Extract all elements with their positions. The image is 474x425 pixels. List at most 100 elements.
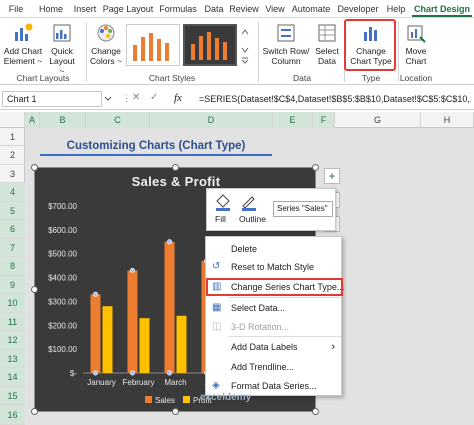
row-header[interactable]: 2	[0, 146, 25, 165]
menu-item-label: Change Series Chart Type...	[231, 282, 345, 292]
resize-handle[interactable]	[312, 164, 319, 171]
row-header[interactable]: 10	[0, 294, 25, 313]
row-headers: 1 2 3 4 5 6 7 8 9 10 11 12 13 14 15 16	[0, 128, 25, 425]
select-data-label: Select Data	[315, 46, 339, 66]
select-data-icon	[318, 24, 336, 42]
chart-style-thumbnail-2[interactable]	[183, 24, 237, 66]
column-header[interactable]: G	[335, 112, 421, 128]
tab-developer[interactable]: Developer	[335, 2, 381, 17]
bar-sales[interactable]	[90, 294, 101, 373]
chart-title[interactable]: Sales & Profit	[35, 174, 317, 189]
row-header[interactable]: 11	[0, 313, 25, 331]
row-header[interactable]: 9	[0, 276, 25, 294]
delete-icon	[212, 243, 224, 255]
tab-automate[interactable]: Automate	[289, 2, 333, 17]
selection-handle	[92, 370, 98, 376]
row-header[interactable]: 3	[0, 165, 25, 183]
menu-item-delete[interactable]: Delete	[206, 240, 343, 258]
menu-item-reset-to-match-style[interactable]: ↺ Reset to Match Style	[206, 258, 343, 276]
row-header[interactable]: 16	[0, 405, 25, 425]
selection-handle	[92, 291, 98, 297]
ribbon-tab-bar: File Home Insert Page Layout Formulas Da…	[0, 0, 474, 18]
series-select[interactable]: Series "Sales"	[273, 201, 333, 217]
cancel-icon[interactable]: ✕	[132, 92, 140, 103]
tab-insert[interactable]: Insert	[69, 2, 101, 17]
chart-style-thumbnail-1[interactable]	[126, 24, 180, 66]
row-header[interactable]: 7	[0, 239, 25, 257]
tab-view[interactable]: View	[262, 2, 288, 17]
bar-profit	[102, 306, 113, 373]
resize-handle[interactable]	[172, 164, 179, 171]
column-header[interactable]: B	[40, 112, 86, 128]
resize-handle[interactable]	[31, 286, 38, 293]
y-tick-label: $300.00	[48, 297, 77, 306]
row-header[interactable]: 1	[0, 128, 25, 146]
enter-icon[interactable]: ✓	[150, 92, 158, 103]
menu-item-add-data-labels[interactable]: Add Data Labels ›	[206, 338, 343, 356]
move-chart-button[interactable]: Move Chart	[402, 22, 430, 66]
switch-row-column-label: Switch Row/ Column	[262, 46, 310, 66]
resize-handle[interactable]	[31, 164, 38, 171]
chart-style-preview-icon	[133, 33, 169, 61]
resize-handle[interactable]	[172, 408, 179, 415]
quick-layout-button[interactable]: Quick Layout ~	[46, 22, 78, 76]
tab-review[interactable]: Review	[228, 2, 260, 17]
x-tick-label: March	[164, 378, 186, 387]
name-box[interactable]: Chart 1	[2, 91, 102, 107]
bar-sales[interactable]	[127, 270, 138, 373]
column-header[interactable]: F	[313, 112, 335, 128]
column-header[interactable]: C	[86, 112, 150, 128]
menu-item-change-series-chart-type[interactable]: ▥ Change Series Chart Type...	[206, 278, 345, 296]
tab-file[interactable]: File	[2, 2, 30, 17]
tab-help[interactable]: Help	[384, 2, 408, 17]
fill-button[interactable]: Fill	[213, 193, 235, 229]
outline-button[interactable]: Outline	[239, 193, 271, 229]
row-header[interactable]: 15	[0, 387, 25, 405]
row-header[interactable]: 4	[0, 183, 25, 202]
row-header[interactable]: 6	[0, 220, 25, 239]
chevron-down-icon[interactable]	[104, 96, 112, 102]
tab-data[interactable]: Data	[201, 2, 227, 17]
resize-handle[interactable]	[312, 408, 319, 415]
group-label-chart-styles: Chart Styles	[148, 73, 196, 83]
select-data-button[interactable]: Select Data	[312, 22, 342, 66]
tab-formulas[interactable]: Formulas	[157, 2, 199, 17]
bar-profit	[176, 315, 187, 373]
formula-input[interactable]: =SERIES(Dataset!$C$4,Dataset!$B$5:$B$10,…	[199, 91, 471, 107]
legend-swatch	[183, 396, 190, 403]
group-label-location: Location	[399, 73, 433, 83]
menu-item-label: Add Trendline...	[231, 362, 295, 372]
column-header[interactable]: A	[25, 112, 40, 128]
column-header[interactable]: E	[273, 112, 313, 128]
row-header[interactable]: 14	[0, 368, 25, 387]
chevron-right-icon: ›	[331, 341, 335, 353]
move-chart-label: Move Chart	[405, 46, 427, 66]
add-chart-element-button[interactable]: Add Chart Element ~	[2, 22, 44, 66]
tab-home[interactable]: Home	[35, 2, 67, 17]
row-header[interactable]: 13	[0, 350, 25, 368]
row-header[interactable]: 8	[0, 257, 25, 276]
y-tick-label: $400.00	[48, 274, 77, 283]
select-all-corner[interactable]	[0, 112, 25, 128]
resize-handle[interactable]	[31, 408, 38, 415]
menu-item-select-data[interactable]: ▦ Select Data...	[206, 299, 343, 317]
column-headers: A B C D E F G H	[0, 112, 474, 128]
switch-row-column-button[interactable]: Switch Row/ Column	[262, 22, 310, 66]
more-options-icon: ⋮	[122, 93, 131, 103]
tab-chart-design[interactable]: Chart Design	[412, 2, 472, 17]
chart-styles-scroll[interactable]	[240, 26, 250, 66]
insert-function-icon[interactable]: fx	[174, 92, 182, 104]
menu-item-label: Reset to Match Style	[231, 262, 315, 272]
change-colors-button[interactable]: Change Colors ~	[89, 22, 123, 66]
column-header[interactable]: H	[421, 112, 474, 128]
chart-elements-button[interactable]: +	[324, 168, 340, 184]
column-header[interactable]: D	[150, 112, 273, 128]
chart-type-icon: ▥	[212, 281, 222, 292]
row-header[interactable]: 12	[0, 331, 25, 350]
y-tick-label: $500.00	[48, 250, 77, 259]
menu-item-label: Add Data Labels	[231, 342, 298, 352]
tab-page-layout[interactable]: Page Layout	[102, 2, 154, 17]
row-header[interactable]: 5	[0, 202, 25, 220]
menu-item-add-trendline[interactable]: Add Trendline...	[206, 358, 343, 376]
bar-sales[interactable]	[164, 241, 175, 373]
